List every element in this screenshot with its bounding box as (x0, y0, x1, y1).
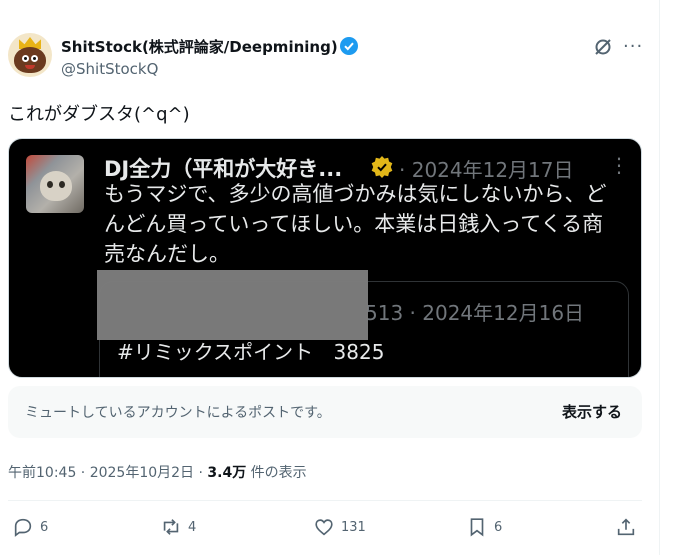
inner-post-text: もうマジで、多少の高値づかみは気にしないから、どんどん買っていってほしい。本業は… (104, 182, 607, 266)
reply-icon (14, 518, 32, 537)
avatar-face (14, 47, 46, 73)
timestamp[interactable]: 午前10:45 · 2025年10月2日 · (8, 465, 207, 481)
author-handle[interactable]: @ShitStockQ (61, 60, 158, 78)
avatar-eye-right (31, 55, 38, 62)
like-button[interactable]: 131 (313, 516, 366, 538)
avatar-eye-left (22, 55, 29, 62)
bookmark-icon (470, 518, 484, 537)
repost-button[interactable]: 4 (160, 516, 196, 538)
verified-icon[interactable] (340, 37, 358, 55)
share-icon (617, 518, 635, 536)
timeline-border (659, 0, 660, 555)
cat-eye-left (47, 181, 53, 188)
author-display-name[interactable]: ShitStock(株式評論家/Deepmining) (61, 36, 338, 57)
repost-icon (163, 519, 179, 535)
repost-count: 4 (188, 519, 197, 535)
grok-icon[interactable] (593, 37, 613, 57)
bookmark-button[interactable]: 6 (466, 516, 502, 538)
redaction-block (97, 270, 368, 340)
author-avatar[interactable] (8, 33, 52, 77)
inner-more-icon: ⋮ (609, 153, 629, 177)
like-count: 131 (341, 519, 366, 535)
gold-verified-icon (371, 156, 393, 178)
like-icon (315, 519, 333, 536)
cat-face (40, 171, 72, 201)
tweet-text: これがダブスタ(^q^) (8, 104, 190, 125)
muted-account-notice: ミュートしているアカウントによるポストです。 表示する (8, 386, 642, 438)
cat-eye-right (59, 181, 65, 188)
more-icon[interactable]: ··· (623, 36, 643, 57)
cat-avatar (26, 155, 84, 213)
bookmark-count: 6 (494, 519, 503, 535)
notice-text: ミュートしているアカウントによるポストです。 (25, 405, 331, 421)
reply-count: 6 (40, 519, 49, 535)
show-button[interactable]: 表示する (562, 401, 622, 422)
views-label: 件の表示 (246, 465, 307, 481)
quote-date: 513 · 2024年12月16日 (365, 301, 585, 325)
views-count: 3.4万 (207, 465, 247, 481)
quote-text: #リミックスポイント 3825 (117, 340, 385, 364)
divider (8, 500, 642, 501)
reply-button[interactable]: 6 (12, 516, 48, 538)
share-button[interactable] (615, 516, 637, 538)
tweet-media-image[interactable]: DJ全力（平和が大好き... · 2024年12月17日 ⋮ もうマジで、多少の… (8, 138, 642, 378)
tweet-meta: 午前10:45 · 2025年10月2日 · 3.4万 件の表示 (8, 462, 307, 482)
